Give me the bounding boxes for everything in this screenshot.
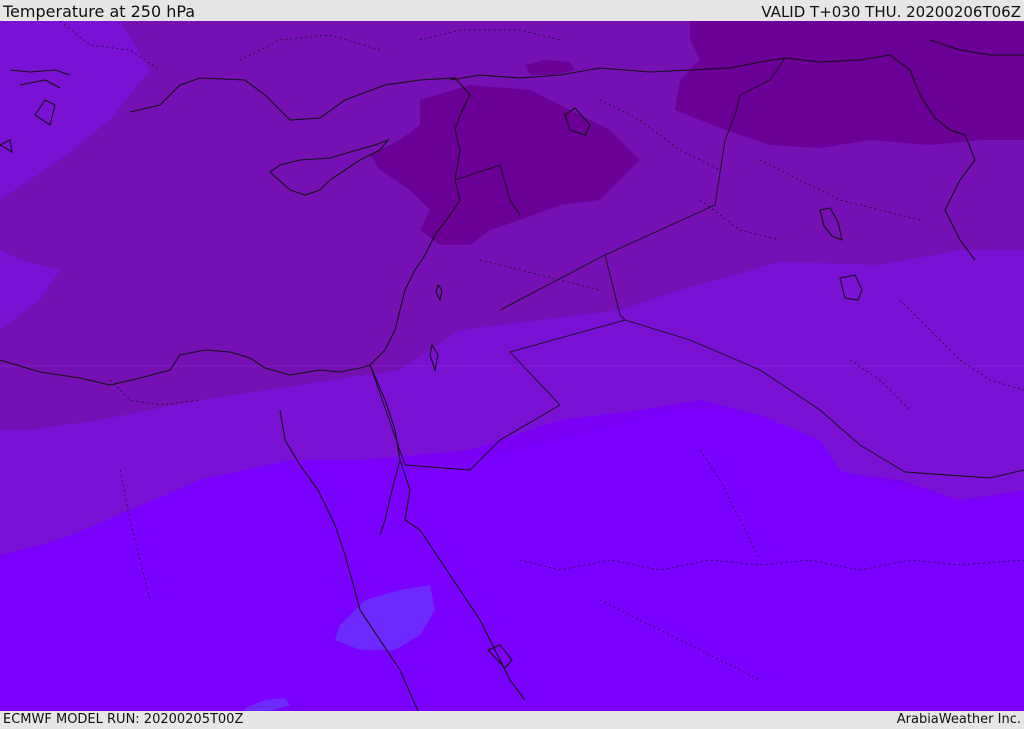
valid-time: VALID T+030 THU. 20200206T06Z: [761, 3, 1021, 21]
footer-bar: ECMWF MODEL RUN: 20200205T00Z ArabiaWeat…: [0, 711, 1024, 729]
map-title: Temperature at 250 hPa: [3, 2, 196, 21]
header-bar: Temperature at 250 hPa VALID T+030 THU. …: [0, 0, 1024, 21]
temp-band-coldest-northeast: [675, 21, 1024, 148]
temperature-map: [0, 21, 1024, 711]
map-area[interactable]: [0, 21, 1024, 711]
brand-label: ArabiaWeather Inc.: [896, 712, 1021, 727]
model-run: ECMWF MODEL RUN: 20200205T00Z: [3, 712, 244, 727]
